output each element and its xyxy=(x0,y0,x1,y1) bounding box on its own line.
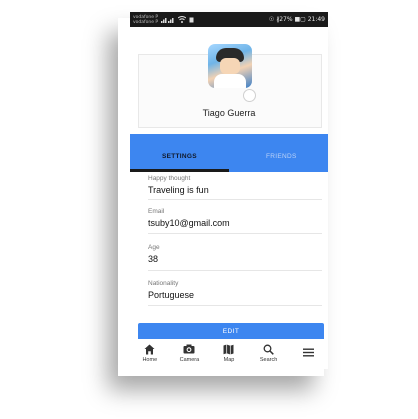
nav-label: Search xyxy=(259,357,278,363)
avatar[interactable] xyxy=(208,44,252,88)
divider xyxy=(148,305,322,306)
field-value: Traveling is fun xyxy=(148,185,209,195)
nav-item-map[interactable]: Map xyxy=(211,343,247,363)
avatar-face xyxy=(220,58,240,74)
battery-time-text: ☉ ∦27% ■▢ 21:49 xyxy=(268,16,325,23)
status-left: vodafone P vodafone P xyxy=(133,15,194,25)
tab-friends[interactable]: FRIENDS xyxy=(266,153,297,160)
nav-item-camera[interactable]: Camera xyxy=(171,343,207,363)
nav-item-home[interactable]: Home xyxy=(132,343,168,363)
field-age[interactable]: Age 38 xyxy=(148,244,320,264)
phone-screen: vodafone P vodafone P ☉ ∦27% ■▢ 21:49 Ti… xyxy=(130,12,328,369)
nav-label: Camera xyxy=(179,357,200,363)
nav-item-menu[interactable] xyxy=(290,343,326,361)
divider xyxy=(148,199,322,200)
field-label: Nationality xyxy=(148,280,179,287)
field-label: Happy thought xyxy=(148,175,191,182)
field-email[interactable]: Email tsuby10@gmail.com xyxy=(148,208,320,228)
field-value: tsuby10@gmail.com xyxy=(148,218,230,228)
nav-item-search[interactable]: Search xyxy=(251,343,287,363)
bottom-nav: Home Camera Map Search xyxy=(130,340,328,369)
signal-icon xyxy=(161,18,174,23)
tab-bar: SETTINGS FRIENDS xyxy=(130,134,328,172)
status-bar: vodafone P vodafone P ☉ ∦27% ■▢ 21:49 xyxy=(130,12,328,27)
field-label: Email xyxy=(148,208,165,215)
divider xyxy=(148,233,322,234)
nav-label: Home xyxy=(142,357,158,363)
search-icon xyxy=(263,343,274,355)
field-label: Age xyxy=(148,244,160,251)
carrier-label-bottom: vodafone P xyxy=(133,19,159,25)
menu-icon xyxy=(302,343,314,361)
carrier-label-top: vodafone P xyxy=(133,14,159,20)
home-icon xyxy=(144,343,155,355)
field-nationality[interactable]: Nationality Portuguese xyxy=(148,280,320,300)
divider xyxy=(148,270,322,271)
edit-button[interactable]: EDIT xyxy=(138,323,324,339)
field-value: Portuguese xyxy=(148,290,195,300)
avatar-shirt xyxy=(214,74,246,88)
notification-icon xyxy=(189,17,194,22)
profile-name: Tiago Guerra xyxy=(202,108,256,118)
nav-label: Map xyxy=(223,357,235,363)
tab-settings[interactable]: SETTINGS xyxy=(162,153,197,160)
field-happy-thought[interactable]: Happy thought Traveling is fun xyxy=(148,175,320,195)
tab-active-indicator xyxy=(130,169,229,172)
camera-icon xyxy=(183,343,195,355)
carrier-info: vodafone P vodafone P xyxy=(133,15,158,25)
wifi-icon xyxy=(178,16,187,23)
field-value: 38 xyxy=(148,254,159,264)
map-icon xyxy=(223,343,234,355)
avatar-edit-badge[interactable] xyxy=(243,89,256,102)
status-right: ☉ ∦27% ■▢ 21:49 xyxy=(269,16,325,23)
